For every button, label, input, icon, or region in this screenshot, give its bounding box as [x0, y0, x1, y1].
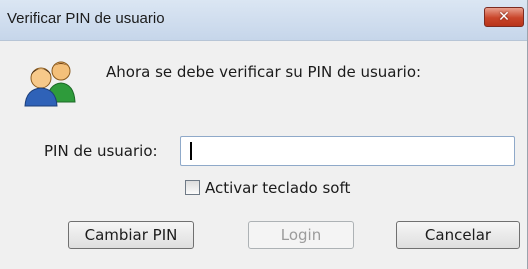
close-button[interactable]: ✕ [484, 7, 524, 27]
title-bar[interactable]: Verificar PIN de usuario ✕ [0, 0, 527, 41]
close-icon: ✕ [498, 9, 510, 25]
window-title: Verificar PIN de usuario [7, 10, 165, 27]
text-caret [190, 142, 192, 160]
soft-keyboard-label[interactable]: Activar teclado soft [205, 179, 350, 197]
users-icon [24, 61, 76, 107]
pin-input[interactable] [180, 136, 515, 166]
verify-prompt: Ahora se debe verificar su PIN de usuari… [106, 63, 422, 81]
soft-keyboard-checkbox[interactable] [185, 180, 200, 195]
cancel-button[interactable]: Cancelar [396, 221, 520, 249]
verify-pin-dialog: Verificar PIN de usuario ✕ Ahora se debe… [0, 0, 528, 269]
login-button[interactable]: Login [248, 221, 354, 249]
pin-label: PIN de usuario: [44, 142, 158, 160]
change-pin-button[interactable]: Cambiar PIN [68, 221, 194, 249]
